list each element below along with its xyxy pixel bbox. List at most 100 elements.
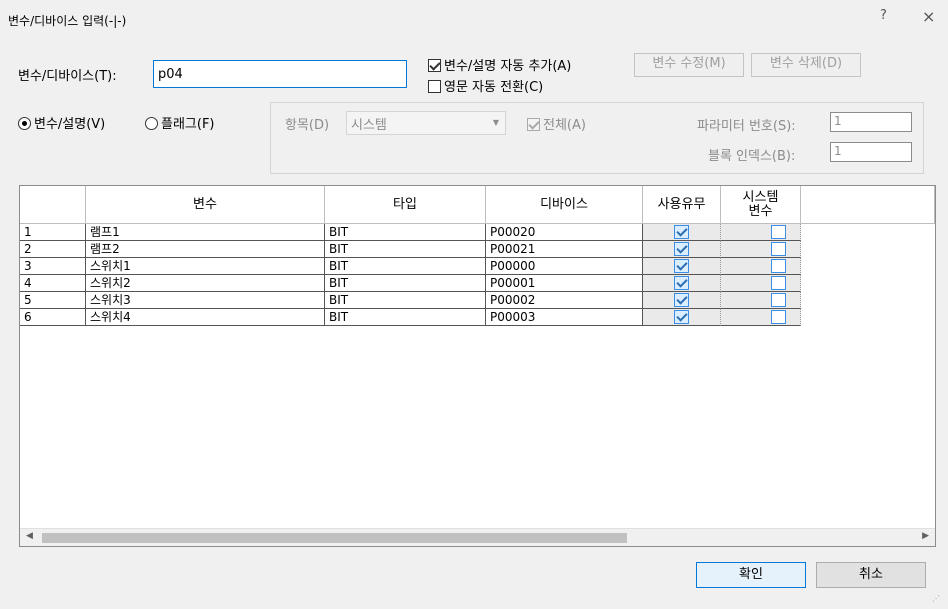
var-cell[interactable]: 스위치3 [86, 292, 325, 309]
item-select-value: 시스템 [351, 118, 387, 133]
system-variable-cell[interactable] [721, 258, 801, 275]
header-type: 타입 [325, 186, 486, 224]
used-cell[interactable] [643, 241, 721, 258]
header-used: 사용유무 [643, 186, 721, 224]
empty-cell [801, 224, 935, 241]
num-cell[interactable]: 4 [20, 275, 86, 292]
block-index-input[interactable]: 1 [830, 142, 912, 162]
table-row[interactable]: 6 스위치4 BIT P00003 [20, 309, 935, 326]
english-check-icon [428, 80, 441, 93]
help-icon[interactable]: ? [880, 8, 887, 23]
type-cell[interactable]: BIT [325, 275, 486, 292]
system-variable-cell[interactable] [721, 292, 801, 309]
all-checkbox[interactable]: 전체(A) [527, 114, 586, 133]
type-cell[interactable]: BIT [325, 309, 486, 326]
empty-cell [801, 241, 935, 258]
table-row[interactable]: 2 램프2 BIT P00021 [20, 241, 935, 258]
used-cell[interactable] [643, 258, 721, 275]
system-variable-checkbox[interactable] [771, 293, 786, 307]
num-cell[interactable]: 1 [20, 224, 86, 241]
type-cell[interactable]: BIT [325, 224, 486, 241]
used-cell[interactable] [643, 309, 721, 326]
ok-button[interactable]: 확인 [696, 562, 806, 588]
table-row[interactable]: 4 스위치2 BIT P00001 [20, 275, 935, 292]
item-label: 항목(D) [285, 118, 330, 133]
used-checkbox[interactable] [674, 225, 689, 239]
header-system-variable: 시스템 변수 [721, 186, 801, 224]
var-cell[interactable]: 램프2 [86, 241, 325, 258]
modify-variable-button[interactable]: 변수 수정(M) [634, 53, 744, 77]
device-cell[interactable]: P00020 [486, 224, 643, 241]
auto-add-checkbox[interactable]: 변수/설명 자동 추가(A) [428, 55, 571, 74]
radio-variable-description[interactable]: 변수/설명(V) [18, 113, 105, 132]
var-cell[interactable]: 램프1 [86, 224, 325, 241]
table-row[interactable]: 1 램프1 BIT P00020 [20, 224, 935, 241]
scroll-thumb[interactable] [42, 533, 627, 543]
type-cell[interactable]: BIT [325, 292, 486, 309]
type-cell[interactable]: BIT [325, 258, 486, 275]
item-select[interactable]: 시스템 ▼ [346, 111, 506, 135]
system-variable-cell[interactable] [721, 275, 801, 292]
radio-var-icon [18, 117, 31, 130]
radio-flag-label: 플래그(F) [161, 117, 215, 132]
used-checkbox[interactable] [674, 242, 689, 256]
horizontal-scrollbar[interactable]: ◀ ▶ [20, 528, 935, 546]
device-cell[interactable]: P00021 [486, 241, 643, 258]
used-checkbox[interactable] [674, 293, 689, 307]
empty-cell [801, 258, 935, 275]
block-index-label: 블록 인덱스(B): [708, 149, 796, 164]
system-variable-cell[interactable] [721, 241, 801, 258]
radio-flag[interactable]: 플래그(F) [145, 113, 215, 132]
num-cell[interactable]: 2 [20, 241, 86, 258]
device-cell[interactable]: P00003 [486, 309, 643, 326]
all-label: 전체(A) [543, 118, 586, 133]
num-cell[interactable]: 5 [20, 292, 86, 309]
used-cell[interactable] [643, 275, 721, 292]
device-cell[interactable]: P00001 [486, 275, 643, 292]
resize-grip-icon[interactable]: ⋰ [932, 594, 940, 603]
num-cell[interactable]: 6 [20, 309, 86, 326]
window-title: 변수/디바이스 입력(-|-) [8, 14, 127, 28]
used-checkbox[interactable] [674, 276, 689, 290]
cancel-button[interactable]: 취소 [816, 562, 926, 588]
delete-variable-button[interactable]: 변수 삭제(D) [751, 53, 861, 77]
empty-cell [801, 309, 935, 326]
used-cell[interactable] [643, 224, 721, 241]
param-number-input[interactable]: 1 [830, 112, 912, 132]
scroll-left-icon[interactable]: ◀ [26, 531, 33, 541]
header-device: 디바이스 [486, 186, 643, 224]
system-variable-checkbox[interactable] [771, 225, 786, 239]
table-row[interactable]: 5 스위치3 BIT P00002 [20, 292, 935, 309]
header-row-number[interactable] [20, 186, 86, 224]
used-checkbox[interactable] [674, 310, 689, 324]
var-cell[interactable]: 스위치1 [86, 258, 325, 275]
header-variable: 변수 [86, 186, 325, 224]
radio-var-label: 변수/설명(V) [34, 117, 106, 132]
chevron-down-icon: ▼ [492, 118, 499, 127]
auto-add-label: 변수/설명 자동 추가(A) [444, 59, 572, 74]
var-cell[interactable]: 스위치4 [86, 309, 325, 326]
system-variable-checkbox[interactable] [771, 310, 786, 324]
device-cell[interactable]: P00002 [486, 292, 643, 309]
system-variable-checkbox[interactable] [771, 276, 786, 290]
num-cell[interactable]: 3 [20, 258, 86, 275]
device-cell[interactable]: P00000 [486, 258, 643, 275]
system-variable-cell[interactable] [721, 224, 801, 241]
var-cell[interactable]: 스위치2 [86, 275, 325, 292]
scroll-right-icon[interactable]: ▶ [922, 531, 929, 541]
used-cell[interactable] [643, 292, 721, 309]
system-variable-checkbox[interactable] [771, 242, 786, 256]
system-variable-checkbox[interactable] [771, 259, 786, 273]
english-switch-checkbox[interactable]: 영문 자동 전환(C) [428, 76, 543, 95]
var-device-input[interactable] [153, 60, 407, 88]
system-variable-cell[interactable] [721, 309, 801, 326]
english-switch-label: 영문 자동 전환(C) [444, 80, 544, 95]
all-check-icon [527, 118, 540, 131]
empty-cell [801, 275, 935, 292]
table-row[interactable]: 3 스위치1 BIT P00000 [20, 258, 935, 275]
close-icon[interactable]: × [922, 7, 935, 26]
auto-add-check-icon [428, 59, 441, 72]
used-checkbox[interactable] [674, 259, 689, 273]
radio-flag-icon [145, 117, 158, 130]
type-cell[interactable]: BIT [325, 241, 486, 258]
